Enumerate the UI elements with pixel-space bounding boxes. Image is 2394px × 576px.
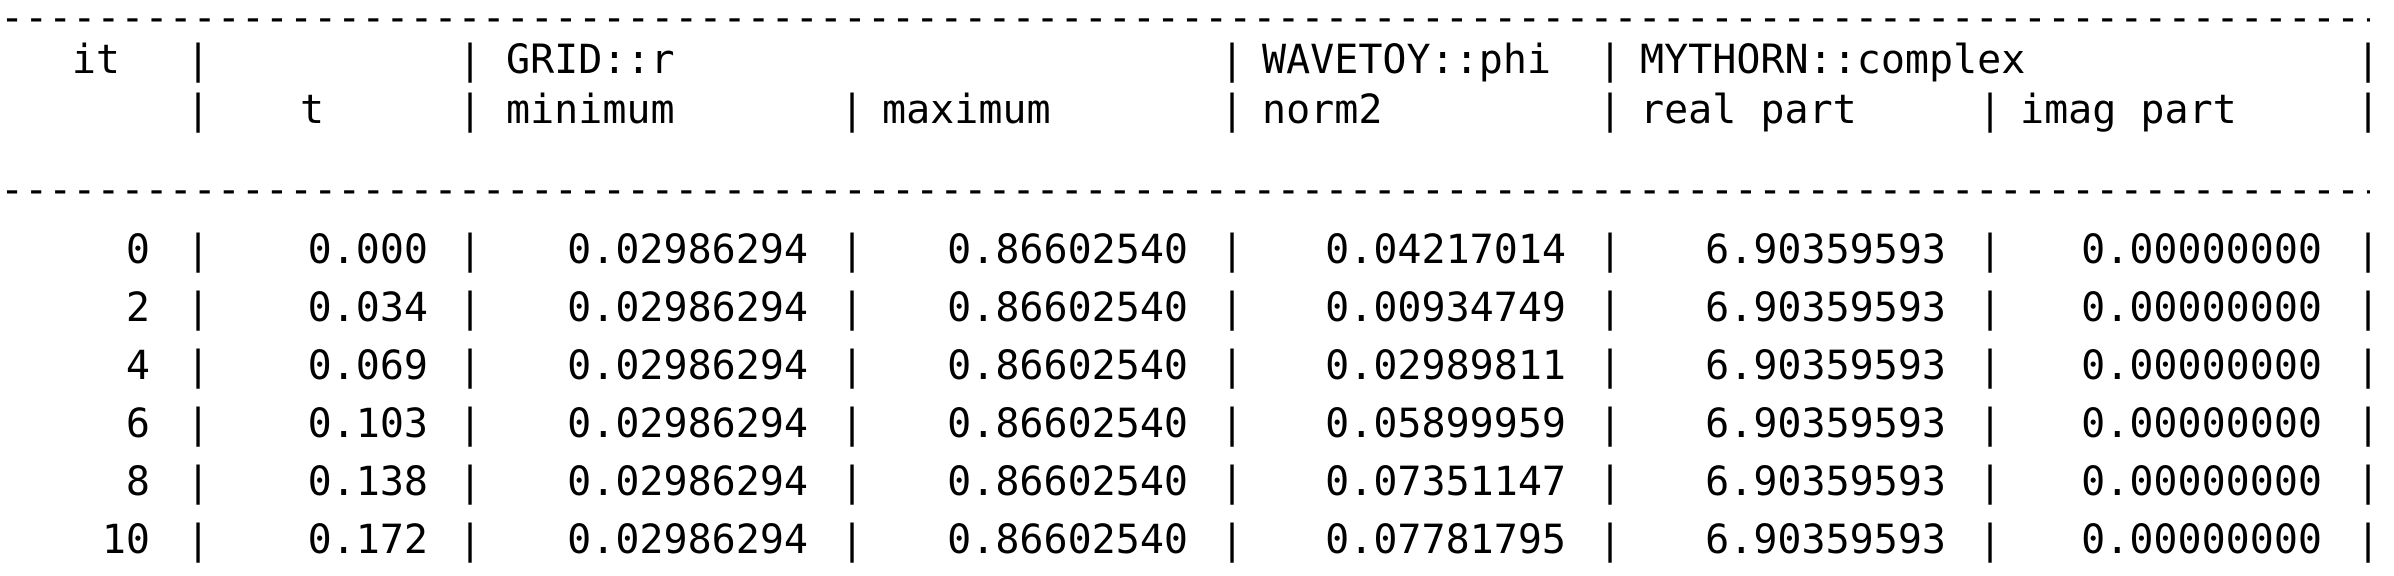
separator: | bbox=[1220, 459, 1245, 505]
header-real-part: real part bbox=[1640, 87, 1857, 133]
separator: | bbox=[1220, 285, 1245, 331]
separator: | bbox=[1598, 517, 1623, 563]
cell-t: 0.069 bbox=[307, 343, 428, 389]
separator: | bbox=[840, 517, 865, 563]
separator: | bbox=[458, 227, 483, 273]
header-grid-r: GRID::r bbox=[506, 37, 675, 83]
separator: | bbox=[458, 285, 483, 331]
separator: | bbox=[458, 401, 483, 447]
separator: | bbox=[1978, 401, 2003, 447]
cell-t: 0.034 bbox=[307, 285, 428, 331]
separator: | bbox=[1220, 343, 1245, 389]
separator: | bbox=[186, 343, 211, 389]
separator: | bbox=[2356, 227, 2381, 273]
header-imag-part: imag part bbox=[2020, 87, 2237, 133]
separator: | bbox=[186, 227, 211, 273]
separator: | bbox=[1978, 459, 2003, 505]
separator: | bbox=[840, 343, 865, 389]
separator: | bbox=[458, 343, 483, 389]
separator: | bbox=[1220, 517, 1245, 563]
separator: | bbox=[1598, 227, 1623, 273]
output-table: ----------------------------------------… bbox=[0, 0, 2394, 576]
separator: | bbox=[2356, 517, 2381, 563]
separator: | bbox=[2356, 87, 2381, 133]
separator: | bbox=[1598, 37, 1623, 83]
separator: | bbox=[2356, 459, 2381, 505]
separator: | bbox=[1978, 227, 2003, 273]
separator: | bbox=[186, 87, 211, 133]
header-norm2: norm2 bbox=[1262, 87, 1383, 133]
separator: | bbox=[1598, 459, 1623, 505]
separator: | bbox=[1598, 401, 1623, 447]
separator: | bbox=[458, 87, 483, 133]
separator: | bbox=[1598, 343, 1623, 389]
header-rule: ----------------------------------------… bbox=[0, 167, 2370, 213]
header-t: t bbox=[300, 87, 325, 133]
separator: | bbox=[186, 459, 211, 505]
separator: | bbox=[186, 517, 211, 563]
cell-t: 0.103 bbox=[307, 401, 428, 447]
separator: | bbox=[458, 517, 483, 563]
separator: | bbox=[458, 37, 483, 83]
separator: | bbox=[1220, 401, 1245, 447]
separator: | bbox=[2356, 401, 2381, 447]
separator: | bbox=[1598, 285, 1623, 331]
separator: | bbox=[458, 459, 483, 505]
separator: | bbox=[2356, 37, 2381, 83]
separator: | bbox=[186, 401, 211, 447]
separator: | bbox=[840, 285, 865, 331]
separator: | bbox=[840, 401, 865, 447]
separator: | bbox=[1978, 285, 2003, 331]
separator: | bbox=[186, 37, 211, 83]
separator: | bbox=[1220, 227, 1245, 273]
separator: | bbox=[186, 285, 211, 331]
separator: | bbox=[1598, 87, 1623, 133]
separator: | bbox=[2356, 285, 2381, 331]
separator: | bbox=[840, 227, 865, 273]
header-wavetoy-phi: WAVETOY::phi bbox=[1262, 37, 1551, 83]
separator: | bbox=[1978, 517, 2003, 563]
cell-t: 0.172 bbox=[307, 517, 428, 563]
cell-t: 0.000 bbox=[307, 227, 428, 273]
separator: | bbox=[2356, 343, 2381, 389]
separator: | bbox=[1978, 87, 2003, 133]
header-maximum: maximum bbox=[882, 87, 1051, 133]
cell-t: 0.138 bbox=[307, 459, 428, 505]
separator: | bbox=[1220, 37, 1245, 83]
separator: | bbox=[1220, 87, 1245, 133]
separator: | bbox=[840, 459, 865, 505]
header-mythorn-complex: MYTHORN::complex bbox=[1640, 37, 2026, 83]
separator: | bbox=[1978, 343, 2003, 389]
header-minimum: minimum bbox=[506, 87, 675, 133]
header-it: it bbox=[71, 37, 120, 83]
separator: | bbox=[840, 87, 865, 133]
